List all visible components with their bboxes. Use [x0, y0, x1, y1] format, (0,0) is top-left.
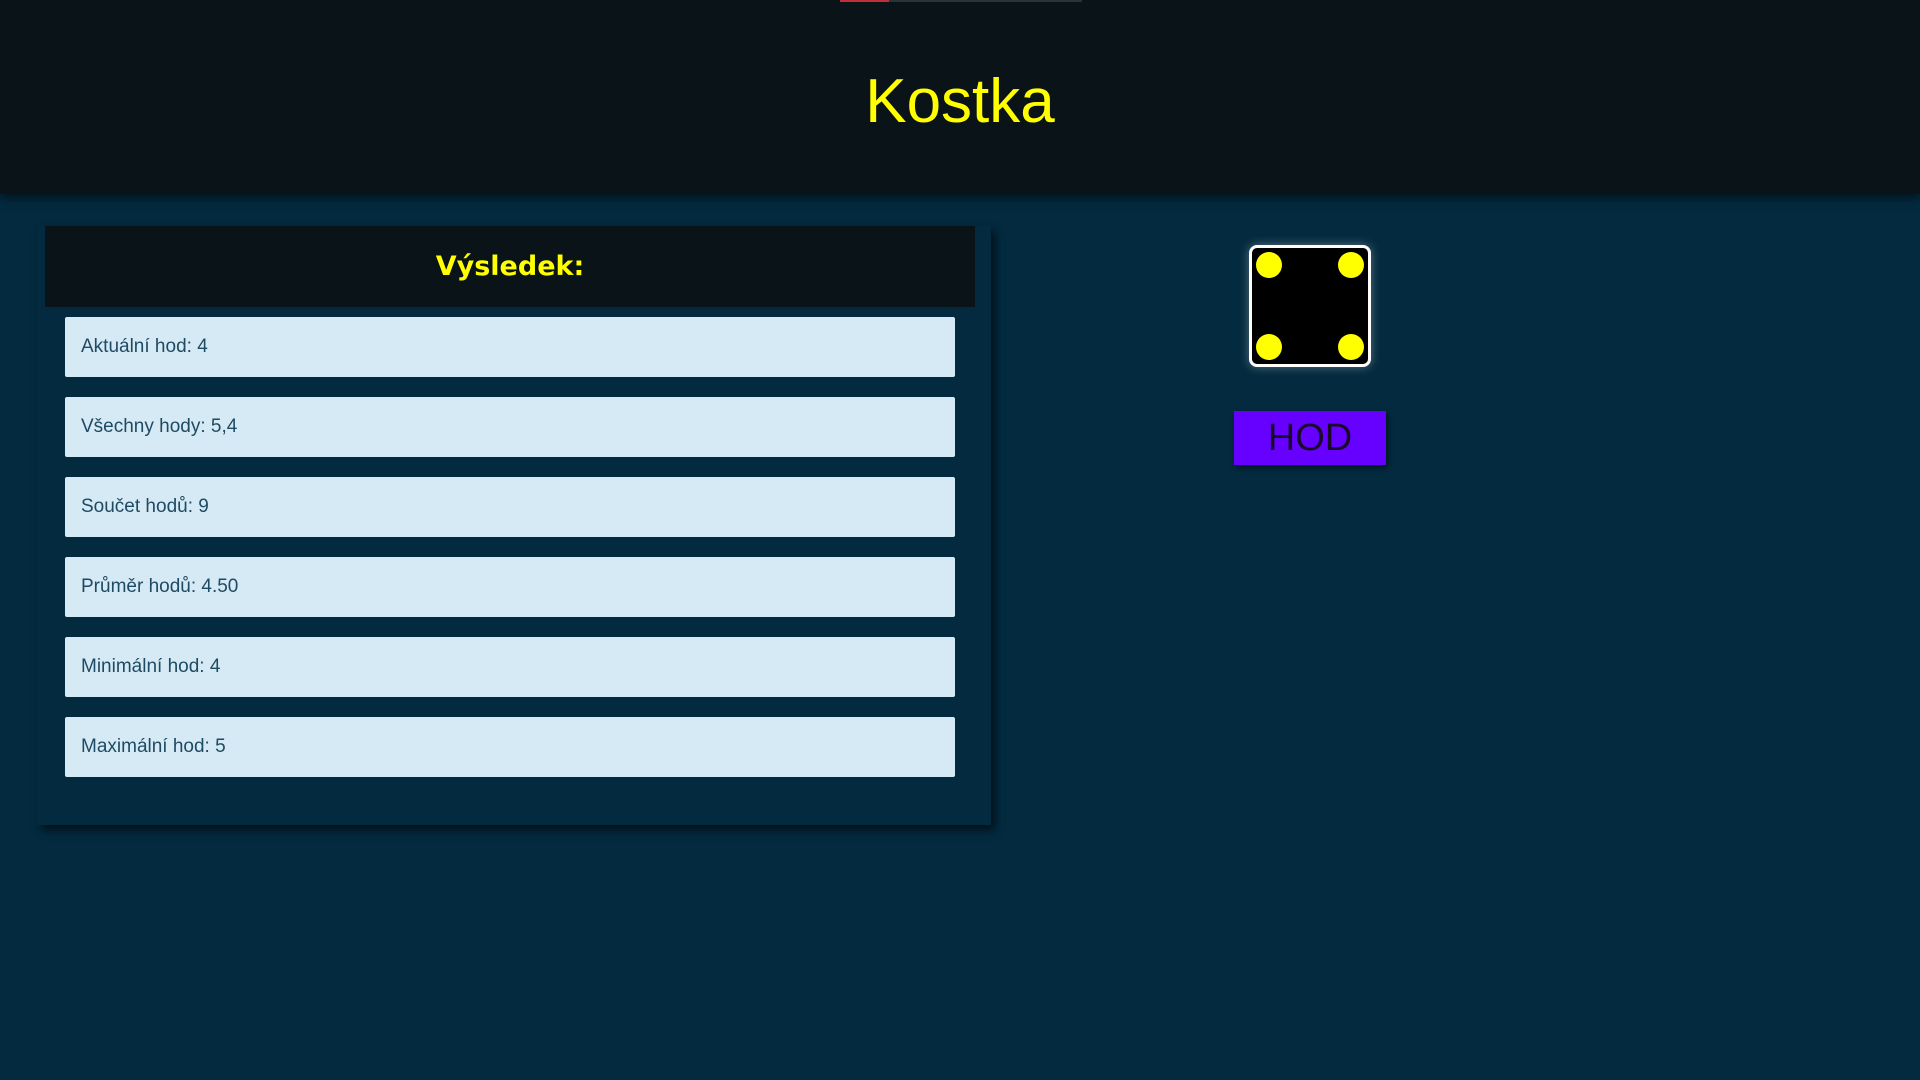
minimum-row: Minimální hod: 4 — [65, 637, 955, 697]
page-header: Kostka — [0, 0, 1920, 194]
current-roll-row: Aktuální hod: 4 — [65, 317, 955, 377]
top-divider-accent — [840, 0, 889, 2]
die-pip — [1256, 334, 1282, 360]
maximum-row: Maximální hod: 5 — [65, 717, 955, 777]
all-rolls-row: Všechny hody: 5,4 — [65, 397, 955, 457]
die-pip — [1338, 334, 1364, 360]
die-face — [1249, 245, 1371, 367]
sum-row: Součet hodů: 9 — [65, 477, 955, 537]
results-heading: Výsledek: — [435, 251, 585, 282]
die-pip — [1256, 252, 1282, 278]
page-title: Kostka — [865, 67, 1055, 136]
average-row: Průměr hodů: 4.50 — [65, 557, 955, 617]
roll-button[interactable]: HOD — [1234, 411, 1386, 465]
results-panel: Výsledek: Aktuální hod: 4 Všechny hody: … — [37, 226, 991, 825]
results-header: Výsledek: — [45, 226, 975, 307]
die-pip — [1338, 252, 1364, 278]
